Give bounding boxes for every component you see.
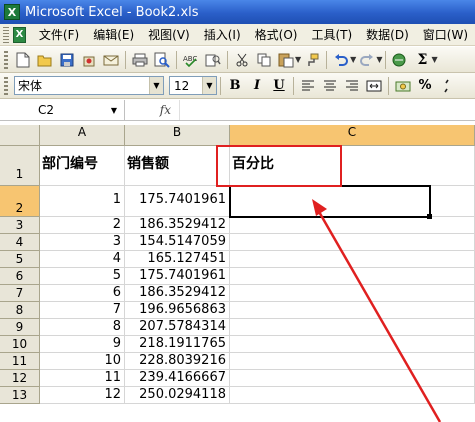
annotation-arrow-icon [312,199,442,422]
